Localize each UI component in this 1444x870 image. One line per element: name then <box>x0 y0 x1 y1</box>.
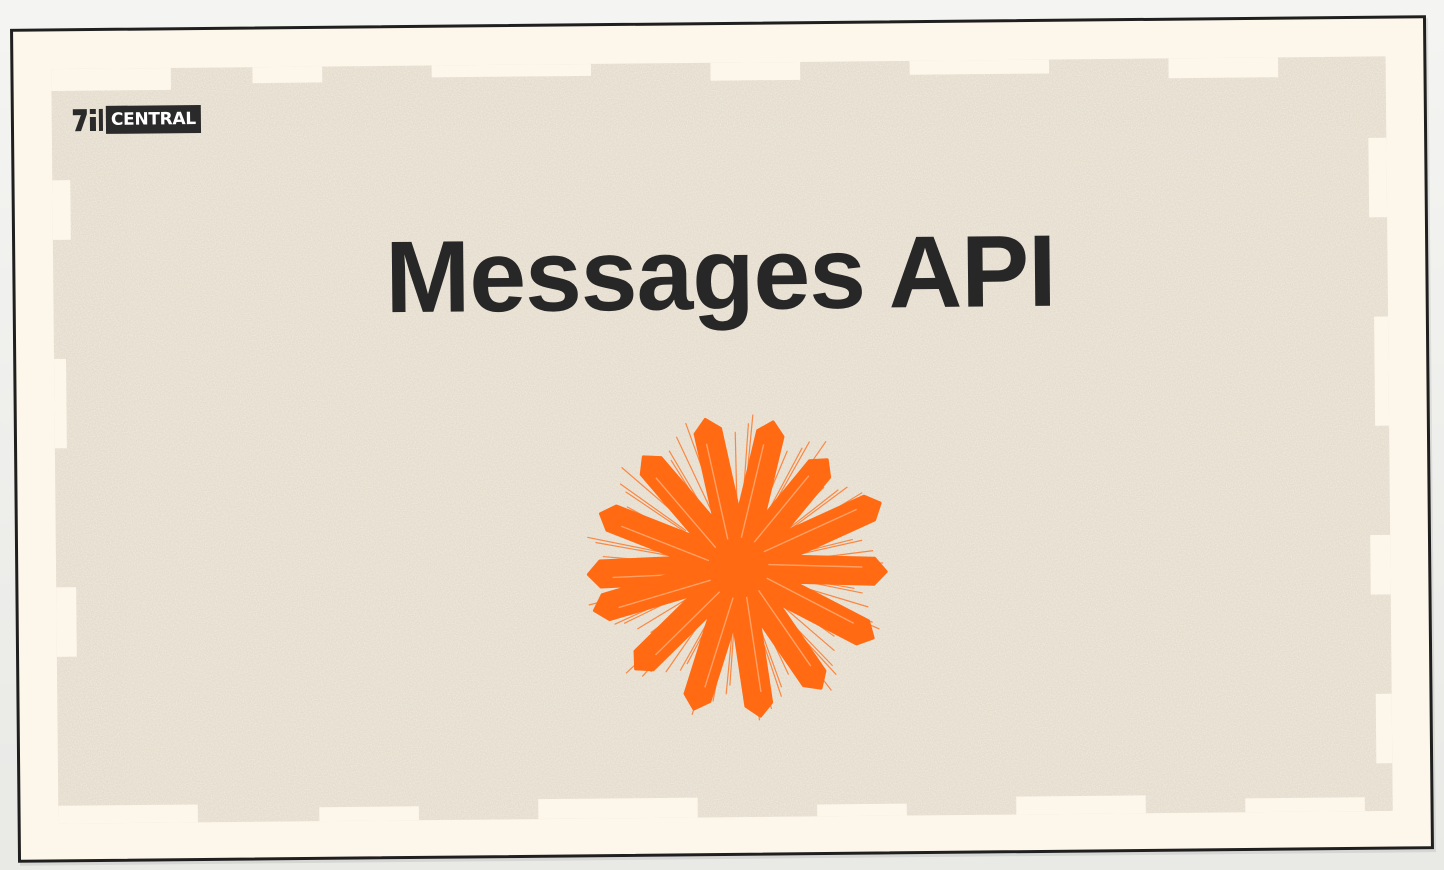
page-title: Messages API <box>384 213 1057 335</box>
ai-mark-icon <box>72 108 104 132</box>
brand-logo-text: CENTRAL <box>105 104 201 134</box>
thumbnail-card: CENTRAL Messages API <box>10 15 1434 863</box>
brand-logo: CENTRAL <box>70 104 201 134</box>
orange-starburst-icon <box>586 414 888 721</box>
